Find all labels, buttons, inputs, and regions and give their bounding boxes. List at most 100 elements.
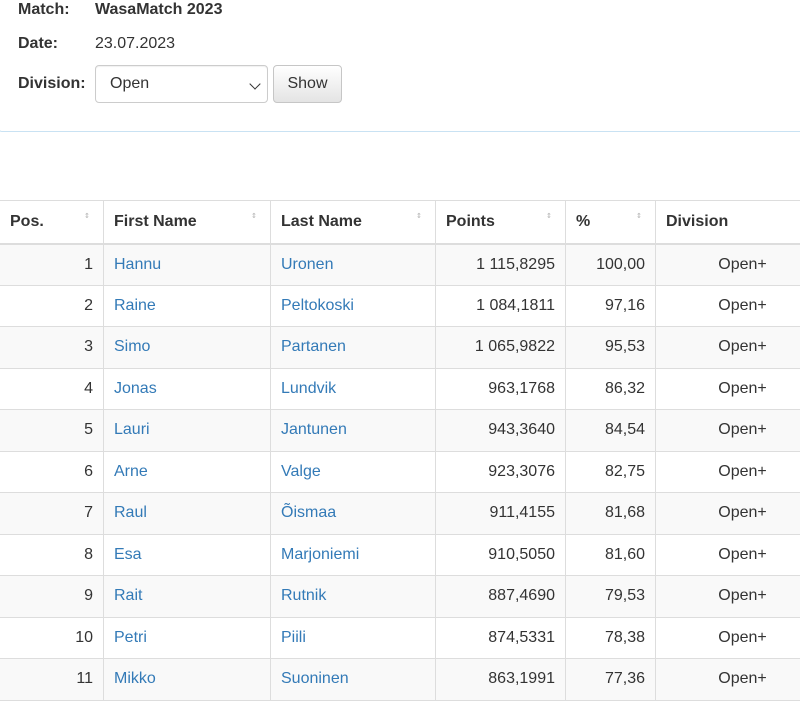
- cell-percent: 78,38: [565, 616, 656, 659]
- cell-first-name-link[interactable]: Petri: [103, 616, 271, 659]
- table-row: 10 Petri Piili 874,5331 78,38 Open+: [0, 616, 800, 659]
- match-info-panel: Match: WasaMatch 2023 Date: 23.07.2023 D…: [0, 0, 800, 132]
- cell-division: Open+: [655, 326, 800, 369]
- column-header-first-name[interactable]: First Name ↕: [103, 200, 271, 245]
- cell-division: Open+: [655, 284, 800, 327]
- column-header-percent[interactable]: % ↕: [565, 200, 656, 245]
- table-row: 5 Lauri Jantunen 943,3640 84,54 Open+: [0, 409, 800, 452]
- column-header-label: Last Name: [281, 212, 362, 230]
- cell-last-name-link[interactable]: Jantunen: [270, 409, 436, 452]
- cell-pos: 2: [0, 284, 104, 327]
- cell-percent: 84,54: [565, 409, 656, 452]
- table-row: 6 Arne Valge 923,3076 82,75 Open+: [0, 450, 800, 493]
- cell-last-name-link[interactable]: Peltokoski: [270, 284, 436, 327]
- match-name: WasaMatch 2023: [95, 1, 223, 18]
- chevron-down-icon: [249, 78, 261, 90]
- cell-points: 887,4690: [435, 575, 566, 618]
- cell-percent: 100,00: [565, 243, 656, 286]
- column-header-points[interactable]: Points ↕: [435, 200, 566, 245]
- cell-first-name-link[interactable]: Rait: [103, 575, 271, 618]
- cell-last-name-link[interactable]: Uronen: [270, 243, 436, 286]
- cell-pos: 6: [0, 450, 104, 493]
- cell-first-name-link[interactable]: Mikko: [103, 658, 271, 701]
- cell-pos: 8: [0, 533, 104, 576]
- cell-points: 1 065,9822: [435, 326, 566, 369]
- cell-pos: 11: [0, 658, 104, 701]
- cell-division: Open+: [655, 533, 800, 576]
- sort-icon[interactable]: ↕: [251, 213, 260, 229]
- sort-icon[interactable]: ↕: [636, 213, 645, 229]
- cell-last-name-link[interactable]: Partanen: [270, 326, 436, 369]
- cell-pos: 3: [0, 326, 104, 369]
- cell-points: 923,3076: [435, 450, 566, 493]
- cell-last-name-link[interactable]: Marjoniemi: [270, 533, 436, 576]
- match-label: Match:: [18, 1, 70, 18]
- table-row: 3 Simo Partanen 1 065,9822 95,53 Open+: [0, 326, 800, 369]
- column-header-pos[interactable]: Pos. ↕: [0, 200, 104, 245]
- column-header-label: Points: [446, 212, 495, 230]
- cell-percent: 81,68: [565, 492, 656, 535]
- cell-division: Open+: [655, 658, 800, 701]
- cell-division: Open+: [655, 616, 800, 659]
- division-select[interactable]: Open: [95, 65, 268, 103]
- cell-pos: 4: [0, 367, 104, 410]
- cell-division: Open+: [655, 492, 800, 535]
- cell-percent: 77,36: [565, 658, 656, 701]
- cell-percent: 81,60: [565, 533, 656, 576]
- cell-first-name-link[interactable]: Raine: [103, 284, 271, 327]
- cell-first-name-link[interactable]: Lauri: [103, 409, 271, 452]
- cell-pos: 7: [0, 492, 104, 535]
- table-row: 9 Rait Rutnik 887,4690 79,53 Open+: [0, 575, 800, 618]
- cell-points: 874,5331: [435, 616, 566, 659]
- cell-pos: 9: [0, 575, 104, 618]
- table-row: 11 Mikko Suoninen 863,1991 77,36 Open+: [0, 658, 800, 701]
- cell-points: 863,1991: [435, 658, 566, 701]
- table-row: 7 Raul Õismaa 911,4155 81,68 Open+: [0, 492, 800, 535]
- table-row: 2 Raine Peltokoski 1 084,1811 97,16 Open+: [0, 284, 800, 327]
- cell-last-name-link[interactable]: Valge: [270, 450, 436, 493]
- cell-first-name-link[interactable]: Raul: [103, 492, 271, 535]
- cell-points: 943,3640: [435, 409, 566, 452]
- cell-points: 1 084,1811: [435, 284, 566, 327]
- cell-first-name-link[interactable]: Simo: [103, 326, 271, 369]
- cell-percent: 82,75: [565, 450, 656, 493]
- cell-last-name-link[interactable]: Õismaa: [270, 492, 436, 535]
- column-header-label: %: [576, 212, 591, 230]
- sort-icon[interactable]: ↕: [416, 213, 425, 229]
- match-date: 23.07.2023: [95, 35, 176, 52]
- column-header-label: Division: [666, 212, 729, 230]
- show-button[interactable]: Show: [273, 65, 342, 103]
- cell-division: Open+: [655, 243, 800, 286]
- column-header-label: Pos.: [10, 212, 44, 230]
- column-header-last-name[interactable]: Last Name ↕: [270, 200, 436, 245]
- cell-points: 911,4155: [435, 492, 566, 535]
- cell-division: Open+: [655, 367, 800, 410]
- cell-first-name-link[interactable]: Arne: [103, 450, 271, 493]
- date-label: Date:: [18, 35, 59, 52]
- cell-last-name-link[interactable]: Lundvik: [270, 367, 436, 410]
- table-row: 1 Hannu Uronen 1 115,8295 100,00 Open+: [0, 243, 800, 286]
- column-header-division[interactable]: Division↕: [655, 200, 800, 245]
- sort-icon[interactable]: ↕: [84, 213, 93, 229]
- cell-points: 963,1768: [435, 367, 566, 410]
- cell-first-name-link[interactable]: Jonas: [103, 367, 271, 410]
- cell-pos: 5: [0, 409, 104, 452]
- cell-first-name-link[interactable]: Hannu: [103, 243, 271, 286]
- cell-points: 910,5050: [435, 533, 566, 576]
- cell-division: Open+: [655, 575, 800, 618]
- cell-last-name-link[interactable]: Suoninen: [270, 658, 436, 701]
- table-header-row: Pos. ↕ First Name ↕ Last Name ↕ Points ↕ % ↕ …: [0, 200, 800, 245]
- division-select-value: Open: [110, 75, 150, 92]
- division-label: Division:: [18, 75, 86, 92]
- cell-pos: 1: [0, 243, 104, 286]
- column-header-label: First Name: [114, 212, 197, 230]
- cell-percent: 86,32: [565, 367, 656, 410]
- cell-last-name-link[interactable]: Piili: [270, 616, 436, 659]
- sort-icon[interactable]: ↕: [546, 213, 555, 229]
- cell-percent: 97,16: [565, 284, 656, 327]
- table-row: 8 Esa Marjoniemi 910,5050 81,60 Open+: [0, 533, 800, 576]
- cell-last-name-link[interactable]: Rutnik: [270, 575, 436, 618]
- cell-first-name-link[interactable]: Esa: [103, 533, 271, 576]
- cell-percent: 79,53: [565, 575, 656, 618]
- cell-division: Open+: [655, 450, 800, 493]
